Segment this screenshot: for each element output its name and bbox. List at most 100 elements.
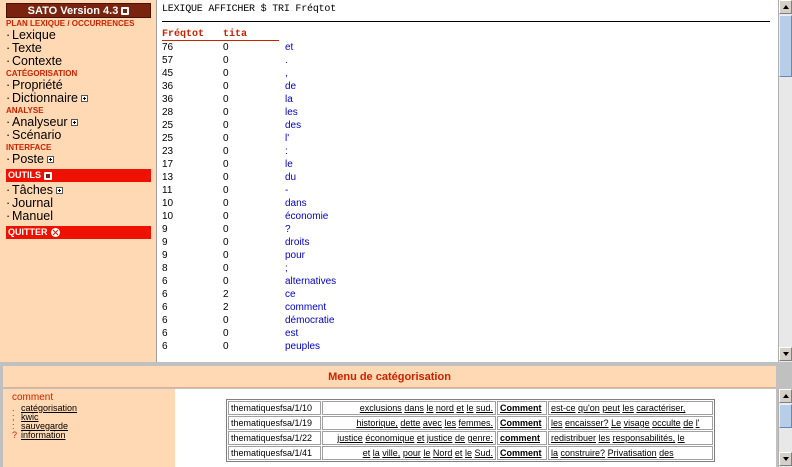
context-word[interactable]: justice — [427, 433, 453, 443]
word-link[interactable]: la — [285, 93, 293, 106]
context-word[interactable]: Nord — [433, 448, 453, 458]
word-link[interactable]: ; — [285, 262, 288, 275]
nav-item-manuel[interactable]: · Manuel — [0, 210, 156, 223]
bottom-scroll-thumb[interactable] — [779, 404, 792, 428]
word-link[interactable]: alternatives — [285, 275, 336, 288]
scroll-thumb[interactable] — [779, 15, 792, 77]
outils-bar[interactable]: OUTILS — [6, 169, 151, 182]
word-link[interactable]: dans — [285, 197, 307, 210]
expand-plus-icon[interactable] — [81, 95, 89, 103]
word-link[interactable]: et — [285, 41, 293, 54]
word-link[interactable]: : — [285, 145, 288, 158]
context-word[interactable]: genre: — [467, 433, 493, 443]
context-word[interactable]: de — [455, 433, 465, 443]
context-word[interactable]: peut — [602, 403, 620, 413]
expand-plus-icon[interactable] — [70, 119, 78, 127]
menu-link-information[interactable]: ? information — [12, 431, 66, 440]
nav-item-scenario[interactable]: · Scénario — [0, 129, 156, 142]
context-word[interactable]: pour — [403, 448, 421, 458]
freqtot-cell: 10 — [162, 211, 174, 222]
word-link[interactable]: du — [285, 171, 296, 184]
quit-button[interactable]: QUITTER — [6, 226, 151, 239]
context-word[interactable]: et — [363, 448, 371, 458]
word-link[interactable]: de — [285, 80, 296, 93]
context-word[interactable]: l' — [696, 418, 700, 428]
context-word[interactable]: Privatisation — [608, 448, 657, 458]
context-word[interactable]: exclusions — [360, 403, 402, 413]
context-word[interactable]: historique, — [356, 418, 398, 428]
nav-item-contexte[interactable]: · Contexte — [0, 55, 156, 68]
context-word[interactable]: encaisser? — [565, 418, 609, 428]
keyword-cell[interactable]: Comment — [497, 401, 547, 415]
word-link[interactable]: , — [285, 67, 288, 80]
word-link[interactable]: - — [285, 184, 288, 197]
context-word[interactable]: occulte — [652, 418, 681, 428]
context-word[interactable]: qu'on — [578, 403, 600, 413]
expand-plus-icon[interactable] — [56, 187, 63, 195]
context-word[interactable]: responsabilités, — [613, 433, 676, 443]
context-word[interactable]: les — [444, 418, 456, 428]
word-link[interactable]: comment — [285, 301, 326, 314]
word-link[interactable]: des — [285, 119, 301, 132]
context-word[interactable]: les — [599, 433, 611, 443]
context-word[interactable]: les — [622, 403, 634, 413]
context-word[interactable]: et — [456, 403, 464, 413]
nav-item-dictionnaire[interactable]: · Dictionnaire — [0, 92, 156, 105]
scroll-down-button[interactable] — [779, 347, 792, 361]
context-word[interactable]: dans — [404, 403, 424, 413]
expand-plus-icon[interactable] — [46, 156, 54, 164]
context-word[interactable]: de — [683, 418, 693, 428]
context-word[interactable]: Sud. — [474, 448, 493, 458]
context-word[interactable]: les — [551, 418, 563, 428]
word-link[interactable]: l' — [285, 132, 289, 145]
context-word[interactable]: le — [426, 403, 433, 413]
context-word[interactable]: nord — [436, 403, 454, 413]
home-icon[interactable] — [121, 7, 130, 16]
context-word[interactable]: ville, — [382, 448, 400, 458]
nav-item-poste[interactable]: · Poste — [0, 153, 156, 166]
scroll-up-button[interactable] — [779, 0, 792, 14]
context-word[interactable]: des — [659, 448, 674, 458]
context-word[interactable]: visage — [624, 418, 650, 428]
context-word[interactable]: le — [466, 403, 473, 413]
context-word[interactable]: dette — [400, 418, 420, 428]
context-word[interactable]: sud. — [476, 403, 493, 413]
word-link[interactable]: démocratie — [285, 314, 334, 327]
context-word[interactable]: construire? — [561, 448, 606, 458]
context-word[interactable]: le — [423, 448, 430, 458]
bottom-scrollbar[interactable] — [778, 389, 792, 467]
word-link[interactable]: est — [285, 327, 298, 340]
context-word[interactable]: économique — [365, 433, 414, 443]
context-word[interactable]: le — [465, 448, 472, 458]
keyword-cell[interactable]: Comment — [497, 416, 547, 430]
bottom-scroll-down-button[interactable] — [779, 452, 792, 466]
context-word[interactable]: la — [373, 448, 380, 458]
word-link[interactable]: économie — [285, 210, 328, 223]
context-word[interactable]: Le — [611, 418, 621, 428]
word-link[interactable]: les — [285, 106, 298, 119]
keyword-cell[interactable]: Comment — [497, 446, 547, 460]
context-word[interactable]: et — [417, 433, 425, 443]
keyword-cell[interactable]: comment — [497, 431, 547, 445]
bottom-scroll-up-button[interactable] — [779, 389, 792, 403]
word-link[interactable]: ce — [285, 288, 296, 301]
context-word[interactable]: femmes. — [458, 418, 493, 428]
word-link[interactable]: ? — [285, 223, 291, 236]
context-word[interactable]: justice — [337, 433, 363, 443]
context-word[interactable]: avec — [423, 418, 442, 428]
context-word[interactable]: redistribuer — [551, 433, 596, 443]
column-header-tita[interactable]: tita — [223, 29, 247, 40]
context-word[interactable]: et — [455, 448, 463, 458]
column-header-freqtot[interactable]: Fréqtot — [162, 29, 204, 40]
context-word[interactable]: caractériser, — [636, 403, 685, 413]
context-word[interactable]: est-ce — [551, 403, 576, 413]
word-link[interactable]: le — [285, 158, 293, 171]
context-word[interactable]: le — [678, 433, 685, 443]
word-link[interactable]: droits — [285, 236, 309, 249]
context-word[interactable]: la — [551, 448, 558, 458]
word-link[interactable]: pour — [285, 249, 305, 262]
main-scrollbar[interactable] — [778, 0, 792, 362]
word-link[interactable]: . — [285, 54, 288, 67]
word-link[interactable]: peuples — [285, 340, 320, 353]
tita-cell: 0 — [223, 159, 229, 170]
